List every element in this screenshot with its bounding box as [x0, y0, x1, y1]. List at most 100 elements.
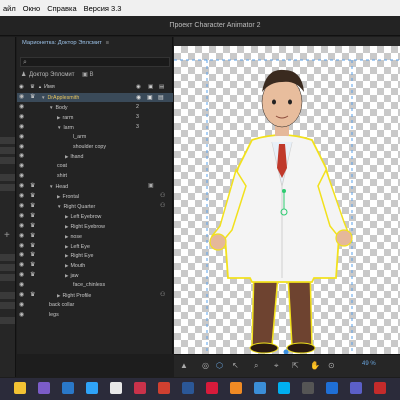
record-col-icon[interactable]: ◉: [136, 84, 141, 90]
visibility-eye-icon[interactable]: ◉: [19, 133, 25, 141]
zoom-tool-icon[interactable]: ⌕: [254, 361, 258, 371]
layer-row[interactable]: ◉ l_arm: [17, 133, 173, 142]
visibility-eye-icon[interactable]: ◉: [19, 162, 25, 170]
visibility-eye-icon[interactable]: ◉: [19, 212, 25, 220]
visibility-eye-icon[interactable]: ◉: [19, 202, 25, 210]
mesh-tool-icon[interactable]: ⬡: [216, 361, 223, 370]
visibility-eye-icon[interactable]: ◉: [19, 123, 25, 131]
visibility-eye-icon[interactable]: ◉: [19, 113, 25, 121]
expand-icon[interactable]: ▶: [65, 253, 68, 258]
tag-icon[interactable]: ▣: [147, 94, 153, 101]
layer-row[interactable]: ◉ ♛ ▼ DrApplesmith ◉ ▣ ▤: [17, 93, 173, 102]
visibility-eye-icon[interactable]: ◉: [19, 192, 25, 200]
layer-row[interactable]: ◉ ♛ ▶ Right Eye: [17, 251, 173, 260]
app-red2-icon[interactable]: [374, 382, 386, 394]
select-tool-icon[interactable]: ↖: [232, 361, 239, 370]
menu-help[interactable]: Справка: [47, 4, 76, 13]
expand-icon[interactable]: ▶: [57, 293, 60, 298]
independent-crown-icon[interactable]: ♛: [30, 212, 35, 220]
visibility-eye-icon[interactable]: ◉: [19, 242, 25, 250]
visibility-eye-icon[interactable]: ◉: [19, 222, 25, 230]
visibility-eye-icon[interactable]: ◉: [19, 103, 25, 111]
expand-icon[interactable]: ▶: [65, 154, 68, 159]
visibility-eye-icon[interactable]: ◉: [19, 232, 25, 240]
app-orange-icon[interactable]: [230, 382, 242, 394]
independent-crown-icon[interactable]: ♛: [30, 192, 35, 200]
layer-row[interactable]: ◉ legs: [17, 311, 173, 320]
sort-icon[interactable]: ▲: [38, 84, 42, 89]
panel-menu-icon[interactable]: ≡: [106, 40, 109, 46]
opera-icon[interactable]: [206, 382, 218, 394]
visibility-eye-icon[interactable]: ◉: [19, 271, 25, 279]
word-icon[interactable]: [182, 382, 194, 394]
collapse-icon[interactable]: ▼: [57, 204, 61, 209]
independent-crown-icon[interactable]: ♛: [30, 93, 35, 101]
independent-crown-icon[interactable]: ♛: [30, 182, 35, 190]
file-explorer-icon[interactable]: [14, 382, 26, 394]
stick-tool-icon[interactable]: ⇱: [292, 361, 299, 370]
visibility-eye-icon[interactable]: ◉: [19, 281, 25, 289]
visibility-eye-icon[interactable]: ◉: [19, 172, 25, 180]
app-dark-icon[interactable]: [302, 382, 314, 394]
layer-row[interactable]: ◉ shoulder copy: [17, 143, 173, 152]
media-icon[interactable]: [134, 382, 146, 394]
store-icon[interactable]: [326, 382, 338, 394]
puppet-canvas[interactable]: [174, 46, 400, 354]
color-icon[interactable]: ▤: [158, 94, 164, 101]
outlook-icon[interactable]: [62, 382, 74, 394]
independent-crown-icon[interactable]: ♛: [30, 202, 35, 210]
visibility-eye-icon[interactable]: ◉: [19, 152, 25, 160]
visibility-eye-icon[interactable]: ◉: [19, 93, 25, 101]
layer-row[interactable]: ◉ ♛ ▶ Mouth: [17, 261, 173, 270]
viber-icon[interactable]: [38, 382, 50, 394]
visibility-eye-icon[interactable]: ◉: [19, 251, 25, 259]
expand-icon[interactable]: ▶: [57, 194, 60, 199]
collapse-icon[interactable]: ▼: [49, 184, 53, 189]
menu-window[interactable]: Окно: [23, 4, 40, 13]
tag-col-icon[interactable]: ▣: [148, 84, 153, 90]
record-icon[interactable]: ◉: [136, 94, 141, 101]
photoshop-icon[interactable]: [86, 382, 98, 394]
independent-crown-icon[interactable]: ♛: [30, 242, 35, 250]
layer-row[interactable]: ◉ ▼ Body 2: [17, 103, 173, 112]
expand-icon[interactable]: ▶: [65, 244, 68, 249]
independent-crown-icon[interactable]: ♛: [30, 271, 35, 279]
menu-file[interactable]: айл: [3, 4, 16, 13]
handle-tool-icon[interactable]: ◎: [202, 361, 209, 370]
visibility-eye-icon[interactable]: ◉: [19, 311, 25, 319]
layer-row[interactable]: ◉ ♛ ▶ Right Profile ⚇: [17, 291, 173, 300]
layer-row[interactable]: ◉ coat: [17, 162, 173, 171]
layer-row[interactable]: ◉ face_chinless: [17, 281, 173, 290]
visibility-eye-icon[interactable]: ◉: [19, 182, 25, 190]
layer-row[interactable]: ◉ ♛ ▶ Frontal ⚇: [17, 192, 173, 201]
color-col-icon[interactable]: ▤: [159, 84, 164, 90]
visibility-eye-icon[interactable]: ◉: [19, 143, 25, 151]
zoom-level[interactable]: 49 %: [362, 361, 376, 367]
collapse-icon[interactable]: ▼: [57, 125, 61, 130]
layer-row[interactable]: ◉ ♛ ▶ Right Eyebrow: [17, 222, 173, 231]
layer-row[interactable]: ◉ ♛ ▶ jaw: [17, 271, 173, 280]
layer-row[interactable]: ◉ ▶ rarm 3: [17, 113, 173, 122]
layer-row[interactable]: ◉ ▼ larm 3: [17, 123, 173, 132]
layer-row[interactable]: ◉ ♛ ▶ Left Eyebrow: [17, 212, 173, 221]
independent-crown-icon[interactable]: ♛: [30, 232, 35, 240]
teams-icon[interactable]: [350, 382, 362, 394]
app-blue-icon[interactable]: [254, 382, 266, 394]
independent-crown-icon[interactable]: ♛: [30, 222, 35, 230]
visibility-eye-icon[interactable]: ◉: [19, 291, 25, 299]
layer-row[interactable]: ◉ ♛ ▼ Right Quarter ⚇: [17, 202, 173, 211]
independent-crown-icon[interactable]: ♛: [30, 291, 35, 299]
collapse-icon[interactable]: ▼: [41, 95, 45, 100]
add-icon[interactable]: +: [4, 230, 10, 241]
layer-row[interactable]: ◉ ▶ lhand: [17, 152, 173, 161]
target-tool-icon[interactable]: ⊙: [328, 361, 335, 370]
independent-crown-icon[interactable]: ♛: [30, 261, 35, 269]
collapse-icon[interactable]: ▼: [49, 105, 53, 110]
layer-row[interactable]: ◉ ♛ ▼ Head ▣: [17, 182, 173, 191]
hand-tool-icon[interactable]: ✋: [310, 361, 320, 370]
expand-icon[interactable]: ▶: [57, 115, 60, 120]
pin-tool-icon[interactable]: ⌖: [274, 361, 279, 371]
layer-row[interactable]: ◉ ♛ ▶ nose: [17, 232, 173, 241]
expand-icon[interactable]: ▶: [65, 263, 68, 268]
search-input[interactable]: ⌕: [20, 57, 170, 67]
